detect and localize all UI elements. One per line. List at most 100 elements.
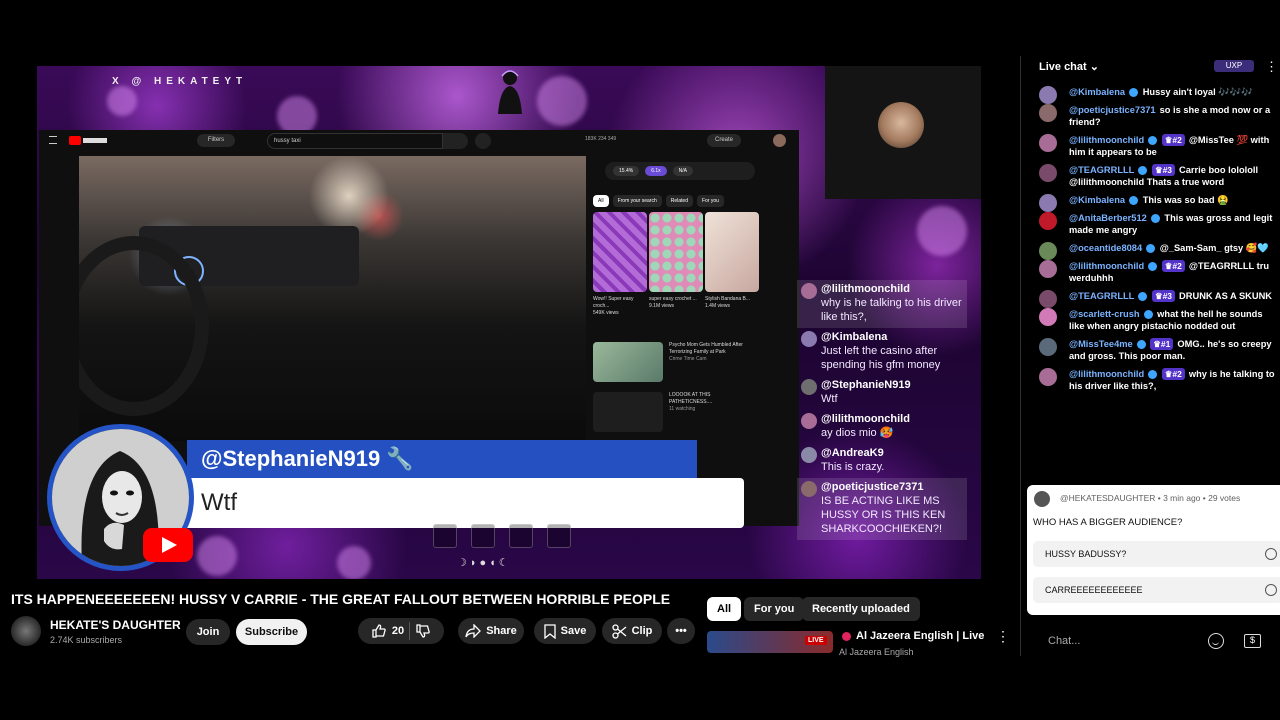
inner-chip: 6.1x: [645, 166, 667, 176]
poll-option-label: CARREEEEEEEEEEEE: [1045, 585, 1143, 595]
inner-chip: N/A: [672, 166, 693, 176]
inner-short-thumbnail: [593, 212, 647, 292]
chat-alert-username: @StephanieN919 🔧: [201, 446, 414, 471]
inner-short-title: super easy crochet ... 9.1M views: [649, 296, 697, 309]
avatar: [1039, 260, 1057, 278]
live-chat-title: Live chat: [1039, 61, 1087, 73]
like-count[interactable]: 20: [392, 625, 404, 637]
chat-author[interactable]: @TEAGRRLLL: [1069, 165, 1134, 175]
channel-avatar[interactable]: [11, 616, 41, 646]
avatar: [1039, 164, 1057, 182]
chat-message: @TEAGRRLLL ♛#3 DRUNK AS A SKUNK: [1021, 288, 1280, 308]
overlay-chat-user: @lilithmoonchild: [821, 283, 910, 295]
clip-button[interactable]: Clip: [602, 618, 662, 644]
chat-message-list[interactable]: @Kimbalena Hussy ain't loyal 🎶🎶🎶 @poetic…: [1021, 84, 1280, 396]
chat-message: @lilithmoonchild ♛#2 @MissTee 💯 with him …: [1021, 132, 1280, 162]
chat-author[interactable]: @Kimbalena: [1069, 87, 1125, 97]
thumbs-down-icon[interactable]: [415, 623, 431, 639]
subscribe-button[interactable]: Subscribe: [236, 619, 307, 645]
avatar: [801, 283, 817, 299]
share-label: Share: [486, 625, 517, 637]
chat-message: @lilithmoonchild ♛#2 why is he talking to…: [1021, 366, 1280, 396]
inner-create-button: Create: [707, 134, 741, 147]
more-vertical-icon[interactable]: ⋮: [996, 628, 1010, 645]
overlay-chat-message: @StephanieN919 Wtf: [797, 376, 967, 410]
inner-extension-stats: 183K 234 349: [585, 136, 617, 142]
streamer-webcam: [825, 66, 981, 199]
thumbs-up-icon[interactable]: [371, 623, 387, 639]
verified-icon: [1148, 370, 1158, 380]
chat-author[interactable]: @MissTee4me: [1069, 339, 1133, 349]
overlay-chat-text: IS BE ACTING LIKE MS HUSSY OR IS THIS KE…: [821, 495, 946, 535]
inner-short-thumbnail: [649, 212, 703, 292]
chat-author[interactable]: @lilithmoonchild: [1069, 369, 1144, 379]
verified-icon: [1146, 244, 1156, 254]
chat-message: @oceantide8084 @_Sam-Sam_ gtsy 🥰🩵: [1021, 240, 1280, 260]
join-button[interactable]: Join: [186, 619, 230, 645]
radio-icon[interactable]: [1265, 548, 1277, 560]
poll-option[interactable]: CARREEEEEEEEEEEE: [1033, 577, 1280, 603]
chat-author[interactable]: @lilithmoonchild: [1069, 261, 1144, 271]
stream-handle-tag: X @ HEKATEYT: [112, 76, 248, 87]
chat-author[interactable]: @Kimbalena: [1069, 195, 1125, 205]
avatar: [1039, 368, 1057, 386]
car-interior-video: [79, 156, 586, 441]
chat-author[interactable]: @lilithmoonchild: [1069, 135, 1144, 145]
share-button[interactable]: Share: [458, 618, 524, 644]
inner-stat-chips: 15.4% 6.1x N/A: [605, 162, 755, 180]
chat-message: @poeticjustice7371 so is she a mod now or…: [1021, 102, 1280, 132]
inner-related-text: LOOOOK AT THIS PATHETICNESS.... 11 watchi…: [669, 392, 713, 412]
inner-tab: From your search: [612, 195, 662, 207]
avatar: [801, 413, 817, 429]
clip-label: Clip: [631, 625, 653, 637]
verified-icon: [1148, 262, 1158, 272]
inner-related-row: Psycho Mom Gets Humbled After Terrorizin…: [593, 342, 753, 382]
chat-author[interactable]: @TEAGRRLLL: [1069, 291, 1134, 301]
related-chip-recently-uploaded[interactable]: Recently uploaded: [802, 597, 920, 621]
channel-name[interactable]: HEKATE'S DAUGHTER: [50, 618, 181, 632]
crown-rank-badge: ♛#1: [1150, 338, 1174, 350]
live-chat-header[interactable]: Live chat ⌄: [1039, 60, 1099, 73]
inner-tab: All: [593, 195, 609, 207]
related-video-channel[interactable]: Al Jazeera English: [839, 647, 914, 657]
chevron-down-icon: ⌄: [1089, 61, 1099, 73]
chat-author[interactable]: @AnitaBerber512: [1069, 213, 1147, 223]
verified-icon: [1129, 88, 1139, 98]
video-player[interactable]: X @ HEKATEYT Filters hussy taxi 183K 234…: [37, 66, 981, 579]
more-actions-button[interactable]: •••: [667, 618, 695, 644]
poll-question: WHO HAS A BIGGER AUDIENCE?: [1033, 517, 1183, 528]
inner-filters-button: Filters: [197, 134, 235, 147]
bokeh-light: [197, 536, 237, 576]
chat-text: This was so bad 🤮: [1142, 195, 1229, 205]
bokeh-light: [107, 86, 137, 116]
more-vertical-icon[interactable]: ⋮: [1265, 59, 1278, 75]
related-video-title[interactable]: Al Jazeera English | Live: [856, 630, 984, 642]
like-dislike-group: 20: [358, 618, 444, 644]
poll-meta: @HEKATESDAUGHTER • 3 min ago • 29 votes: [1060, 493, 1241, 503]
related-chip-all[interactable]: All: [707, 597, 742, 621]
poll-option[interactable]: HUSSY BADUSSY?: [1033, 541, 1280, 567]
video-title: ITS HAPPENEEEEEEEN! HUSSY V CARRIE - THE…: [11, 591, 671, 607]
inner-related-text: Psycho Mom Gets Humbled After Terrorizin…: [669, 342, 743, 362]
verified-icon: [1138, 166, 1148, 176]
radio-icon[interactable]: [1265, 584, 1277, 596]
overlay-chat-text: This is crazy.: [821, 461, 885, 473]
chat-input[interactable]: Chat...: [1039, 628, 1189, 654]
chat-text: Hussy ain't loyal 🎶🎶🎶: [1142, 87, 1253, 97]
save-label: Save: [560, 625, 587, 637]
related-chip-for-you[interactable]: For you: [744, 597, 805, 621]
save-button[interactable]: Save: [534, 618, 596, 644]
bokeh-light: [537, 76, 587, 126]
super-chat-icon[interactable]: $: [1244, 634, 1261, 648]
sigil-icon: [471, 524, 495, 548]
inner-youtube-header: Filters hussy taxi 183K 234 349 Create: [39, 130, 799, 152]
more-horizontal-icon: •••: [675, 625, 687, 637]
avatar: [1039, 134, 1057, 152]
chat-author[interactable]: @oceantide8084: [1069, 243, 1142, 253]
chat-author[interactable]: @scarlett-crush: [1069, 309, 1140, 319]
avatar: [773, 134, 786, 147]
chat-author[interactable]: @poeticjustice7371: [1069, 105, 1156, 115]
sigil-icon: [509, 524, 533, 548]
emoji-icon[interactable]: [1208, 633, 1224, 649]
chat-text: DRUNK AS A SKUNK: [1179, 291, 1273, 301]
